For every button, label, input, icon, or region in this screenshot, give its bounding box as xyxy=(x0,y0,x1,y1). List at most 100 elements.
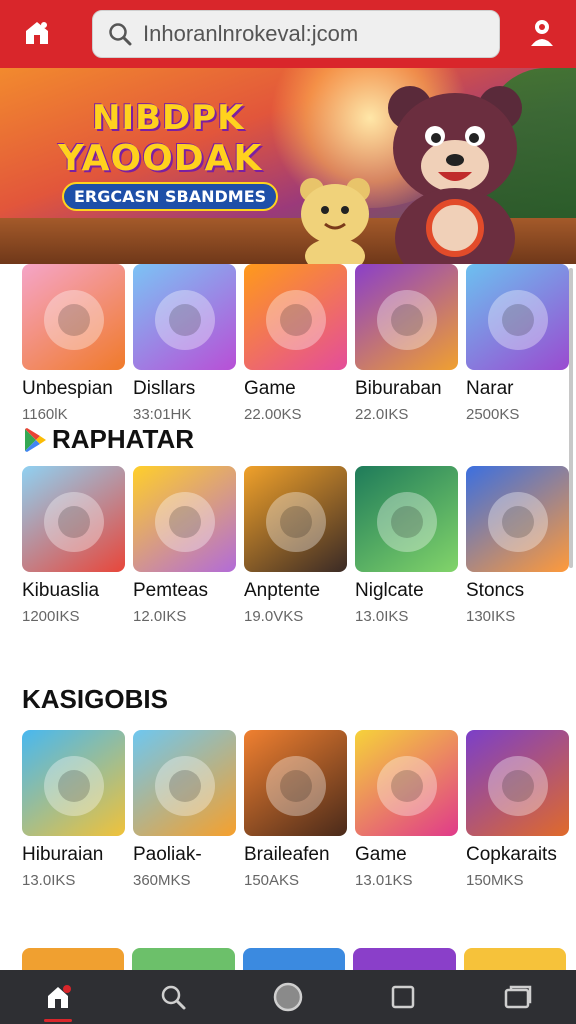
game-size: 150MKS xyxy=(466,872,524,889)
game-title: Narar xyxy=(466,378,514,399)
game-size: 360MKS xyxy=(133,872,191,889)
home-icon xyxy=(26,22,48,44)
game-title: Disllars xyxy=(133,378,196,399)
game-title: Stoncs xyxy=(466,580,525,601)
game-thumbnail[interactable] xyxy=(355,730,458,836)
game-thumbnail-partial[interactable] xyxy=(132,948,235,972)
game-thumbnail-partial[interactable] xyxy=(463,948,567,972)
nav-tabs-button[interactable] xyxy=(461,970,576,1024)
game-tile[interactable]: Narar 2500KS xyxy=(466,264,569,423)
game-tile[interactable]: Pemteas 12.0IKS xyxy=(133,466,236,625)
nav-square-button[interactable] xyxy=(346,970,461,1024)
game-tile[interactable]: Unbespian 1160lK xyxy=(22,264,125,423)
character-face xyxy=(280,770,312,802)
character-face xyxy=(280,506,312,538)
game-title: Biburaban xyxy=(355,378,442,399)
tabs-icon xyxy=(505,985,532,1009)
game-thumbnail[interactable] xyxy=(355,466,458,572)
game-tile[interactable]: Hiburaian 13.0IKS xyxy=(22,730,125,889)
game-tile[interactable]: Copkaraits 150MKS xyxy=(466,730,569,889)
profile-button[interactable] xyxy=(526,16,558,50)
game-title: Pemteas xyxy=(133,580,208,601)
game-thumbnail[interactable] xyxy=(22,264,125,370)
game-row-4-partial xyxy=(22,948,567,972)
game-tile[interactable]: Anptente 19.0VKS xyxy=(244,466,347,625)
game-size: 22.0IKS xyxy=(355,406,409,423)
game-tile[interactable]: Kibuaslia 1200IKS xyxy=(22,466,125,625)
nav-search-button[interactable] xyxy=(115,970,230,1024)
character-face xyxy=(391,770,423,802)
game-size: 1200IKS xyxy=(22,608,80,625)
game-thumbnail[interactable] xyxy=(355,264,458,370)
game-thumbnail[interactable] xyxy=(244,730,347,836)
game-thumbnail[interactable] xyxy=(22,730,125,836)
game-size: 22.00KS xyxy=(244,406,302,423)
small-bear-icon xyxy=(300,178,370,264)
game-thumbnail[interactable] xyxy=(244,466,347,572)
game-thumbnail[interactable] xyxy=(244,264,347,370)
game-row-2: Kibuaslia 1200IKS Pemteas 12.0IKS Anptente 19… xyxy=(22,466,569,625)
bottom-navigation xyxy=(0,970,576,1024)
section-3-label: KASIGOBIS xyxy=(22,684,168,714)
scrollbar[interactable] xyxy=(569,268,573,568)
featured-banner[interactable]: NIBDPK YAOODAK ERGCASN SBANDMES xyxy=(0,68,576,264)
game-thumbnail[interactable] xyxy=(133,264,236,370)
game-thumbnail[interactable] xyxy=(466,466,569,572)
character-face xyxy=(58,506,90,538)
search-icon xyxy=(109,23,132,46)
game-size: 1160lK xyxy=(22,406,68,423)
character-face xyxy=(502,304,534,336)
game-thumbnail[interactable] xyxy=(466,264,569,370)
game-thumbnail[interactable] xyxy=(133,466,236,572)
character-face xyxy=(169,304,201,336)
character-face xyxy=(502,506,534,538)
game-tile[interactable]: Biburaban 22.0IKS xyxy=(355,264,458,423)
game-size: 13.01KS xyxy=(355,872,413,889)
banner-subtitle: ERGCASN SBANDMES xyxy=(62,182,279,211)
game-tile[interactable]: Niglcate 13.0IKS xyxy=(355,466,458,625)
game-tile[interactable]: Braileafen 150AKS xyxy=(244,730,347,889)
game-size: 12.0IKS xyxy=(133,608,187,625)
game-thumbnail[interactable] xyxy=(466,730,569,836)
home-icon xyxy=(47,985,71,1008)
game-tile[interactable]: Game 22.00KS xyxy=(244,264,347,423)
game-size: 13.0IKS xyxy=(355,608,409,625)
section-2-label: RAPHATAR xyxy=(52,424,195,454)
bear-mascot-icon xyxy=(388,86,522,264)
game-thumbnail-partial[interactable] xyxy=(242,948,346,972)
game-title: Kibuaslia xyxy=(22,580,100,601)
game-thumbnail-partial[interactable] xyxy=(353,948,456,972)
game-tile[interactable]: Disllars 33:01HK xyxy=(133,264,236,423)
game-title: Paoliak- xyxy=(133,844,202,865)
character-face xyxy=(58,770,90,802)
search-input[interactable] xyxy=(143,21,483,47)
user-icon xyxy=(531,20,553,46)
character-face xyxy=(58,304,90,336)
game-tile[interactable]: Stoncs 130IKS xyxy=(466,466,569,625)
game-thumbnail[interactable] xyxy=(133,730,236,836)
game-title: Niglcate xyxy=(355,580,424,601)
game-tile[interactable]: Paoliak- 360MKS xyxy=(133,730,236,889)
game-size: 19.0VKS xyxy=(244,608,304,625)
play-store-icon xyxy=(25,427,46,452)
search-icon xyxy=(161,985,186,1010)
game-size: 33:01HK xyxy=(133,406,192,423)
nav-circle-button[interactable] xyxy=(230,970,345,1024)
circle-icon xyxy=(273,982,303,1012)
game-size: 150AKS xyxy=(244,872,300,889)
search-bar[interactable] xyxy=(92,10,500,58)
game-size: 130IKS xyxy=(466,608,516,625)
game-thumbnail[interactable] xyxy=(22,466,125,572)
game-title: Hiburaian xyxy=(22,844,104,865)
banner-title-line1: NIBDPK xyxy=(92,98,245,138)
character-face xyxy=(502,770,534,802)
nav-home-button[interactable] xyxy=(0,970,115,1024)
game-tile[interactable]: Game 13.01KS xyxy=(355,730,458,889)
section-title-kasigobis: KASIGOBIS xyxy=(22,684,168,715)
game-thumbnail-partial[interactable] xyxy=(22,948,125,972)
home-button[interactable] xyxy=(22,18,52,48)
game-title: Anptente xyxy=(244,580,321,601)
section-title-raphatar: RAPHATAR xyxy=(22,424,194,455)
game-row-3: Hiburaian 13.0IKS Paoliak- 360MKS Braileafen… xyxy=(22,730,569,889)
character-face xyxy=(391,506,423,538)
